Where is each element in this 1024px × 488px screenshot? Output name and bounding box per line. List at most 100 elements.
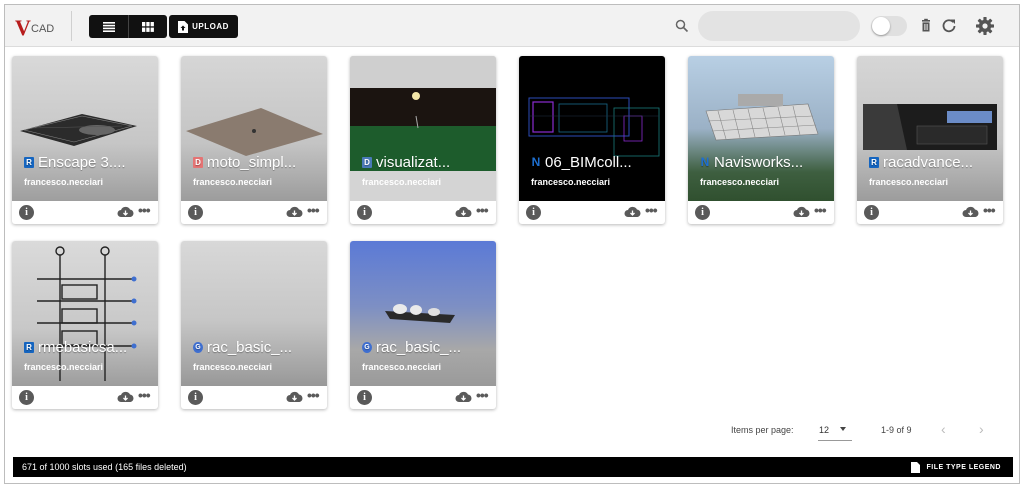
more-options-icon[interactable]: ••• — [307, 203, 323, 220]
app-logo[interactable]: V CAD — [15, 15, 67, 40]
status-footer: 671 of 1000 slots used (165 files delete… — [13, 457, 1013, 477]
file-card[interactable]: R racadvance... francesco.necciari i ••• — [857, 56, 1003, 224]
more-options-icon[interactable]: ••• — [138, 388, 154, 405]
file-owner: francesco.necciari — [869, 177, 949, 187]
cloud-download-icon[interactable] — [624, 205, 641, 220]
info-icon[interactable]: i — [695, 205, 710, 220]
more-options-icon[interactable]: ••• — [645, 203, 661, 220]
file-name: G rac_basic_... — [193, 337, 321, 357]
file-name-text: visualizat... — [376, 153, 451, 171]
card-actions: i ••• — [857, 201, 1003, 224]
logo-text: CAD — [31, 23, 55, 35]
more-options-icon[interactable]: ••• — [476, 203, 492, 220]
file-name: R Enscape 3.... — [24, 152, 152, 172]
file-name-text: 06_BIMcoll... — [545, 153, 632, 171]
more-options-icon[interactable]: ••• — [138, 203, 154, 220]
items-per-page-select[interactable]: 12 — [818, 419, 852, 441]
file-thumbnail[interactable]: D visualizat... francesco.necciari — [350, 56, 496, 201]
cloud-download-icon[interactable] — [793, 205, 810, 220]
next-page-icon[interactable]: › — [979, 422, 993, 436]
dropdown-caret-icon — [840, 427, 846, 431]
more-options-icon[interactable]: ••• — [307, 388, 323, 405]
more-options-icon[interactable]: ••• — [476, 388, 492, 405]
cloud-download-icon[interactable] — [455, 205, 472, 220]
revit-file-icon: R — [869, 156, 879, 168]
file-card[interactable]: D visualizat... francesco.necciari i ••• — [350, 56, 496, 224]
card-actions: i ••• — [12, 201, 158, 224]
card-actions: i ••• — [12, 386, 158, 409]
file-name: D moto_simpl... — [193, 152, 321, 172]
file-type-legend-label: FILE TYPE LEGEND — [926, 463, 1001, 471]
file-card[interactable]: R rmebasicsa... francesco.necciari i ••• — [12, 241, 158, 409]
upload-button[interactable]: UPLOAD — [169, 15, 238, 38]
file-name-text: Navisworks... — [714, 153, 804, 171]
file-thumbnail[interactable]: N 06_BIMcoll... francesco.necciari — [519, 56, 665, 201]
generic-model-file-icon: G — [193, 341, 203, 353]
generic-model-file-icon: G — [362, 341, 372, 353]
divider — [71, 11, 72, 41]
card-actions: i ••• — [181, 386, 327, 409]
info-icon[interactable]: i — [188, 390, 203, 405]
file-card[interactable]: G rac_basic_... francesco.necciari i ••• — [350, 241, 496, 409]
info-icon[interactable]: i — [188, 205, 203, 220]
toggle-knob — [872, 17, 890, 35]
upload-file-icon — [178, 20, 189, 33]
top-bar: V CAD UPLOAD — [5, 5, 1019, 47]
more-options-icon[interactable]: ••• — [983, 203, 999, 220]
cloud-download-icon[interactable] — [286, 205, 303, 220]
page-range-label: 1-9 of 9 — [881, 425, 912, 435]
file-thumbnail[interactable]: G rac_basic_... francesco.necciari — [350, 241, 496, 386]
revit-file-icon: R — [24, 156, 34, 168]
file-name-text: moto_simpl... — [207, 153, 297, 171]
info-icon[interactable]: i — [19, 390, 34, 405]
revit-file-icon: R — [24, 341, 34, 353]
info-icon[interactable]: i — [19, 205, 34, 220]
file-name: N 06_BIMcoll... — [531, 152, 659, 172]
file-card[interactable]: R Enscape 3.... francesco.necciari i ••• — [12, 56, 158, 224]
file-card[interactable]: N Navisworks... francesco.necciari i ••• — [688, 56, 834, 224]
file-type-legend-button[interactable]: FILE TYPE LEGEND — [911, 460, 1001, 474]
file-thumbnail[interactable]: R racadvance... francesco.necciari — [857, 56, 1003, 201]
items-per-page-label: Items per page: — [731, 425, 794, 435]
search-input[interactable] — [698, 11, 860, 41]
file-card[interactable]: N 06_BIMcoll... francesco.necciari i ••• — [519, 56, 665, 224]
file-name: R rmebasicsa... — [24, 337, 152, 357]
card-actions: i ••• — [181, 201, 327, 224]
cloud-download-icon[interactable] — [962, 205, 979, 220]
info-icon[interactable]: i — [864, 205, 879, 220]
file-card[interactable]: G rac_basic_... francesco.necciari i ••• — [181, 241, 327, 409]
settings-gear-icon[interactable] — [975, 16, 995, 36]
file-thumbnail[interactable]: R rmebasicsa... francesco.necciari — [12, 241, 158, 386]
file-name: G rac_basic_... — [362, 337, 490, 357]
info-icon[interactable]: i — [526, 205, 541, 220]
file-name: D visualizat... — [362, 152, 490, 172]
filter-toggle[interactable] — [871, 16, 907, 36]
info-icon[interactable]: i — [357, 205, 372, 220]
cloud-download-icon[interactable] — [455, 390, 472, 405]
file-thumbnail[interactable]: G rac_basic_... francesco.necciari — [181, 241, 327, 386]
file-name: R racadvance... — [869, 152, 997, 172]
refresh-icon[interactable] — [940, 17, 958, 35]
file-owner: francesco.necciari — [24, 177, 104, 187]
file-thumbnail[interactable]: N Navisworks... francesco.necciari — [688, 56, 834, 201]
upload-button-label: UPLOAD — [192, 22, 229, 31]
card-actions: i ••• — [350, 201, 496, 224]
app-frame: V CAD UPLOAD R Enscape 3.... francesco.n… — [4, 4, 1020, 484]
logo-mark: V — [15, 15, 31, 40]
file-owner: francesco.necciari — [24, 362, 104, 372]
more-options-icon[interactable]: ••• — [814, 203, 830, 220]
cloud-download-icon[interactable] — [286, 390, 303, 405]
cloud-download-icon[interactable] — [117, 390, 134, 405]
grid-view-button[interactable] — [128, 15, 167, 38]
list-view-button[interactable] — [89, 15, 128, 38]
file-name-text: rac_basic_... — [376, 338, 462, 356]
file-owner: francesco.necciari — [700, 177, 780, 187]
cloud-download-icon[interactable] — [117, 205, 134, 220]
file-thumbnail[interactable]: D moto_simpl... francesco.necciari — [181, 56, 327, 201]
info-icon[interactable]: i — [357, 390, 372, 405]
file-thumbnail[interactable]: R Enscape 3.... francesco.necciari — [12, 56, 158, 201]
file-card[interactable]: D moto_simpl... francesco.necciari i ••• — [181, 56, 327, 224]
previous-page-icon[interactable]: ‹ — [941, 422, 955, 436]
trash-icon[interactable] — [917, 17, 935, 35]
card-actions: i ••• — [519, 201, 665, 224]
